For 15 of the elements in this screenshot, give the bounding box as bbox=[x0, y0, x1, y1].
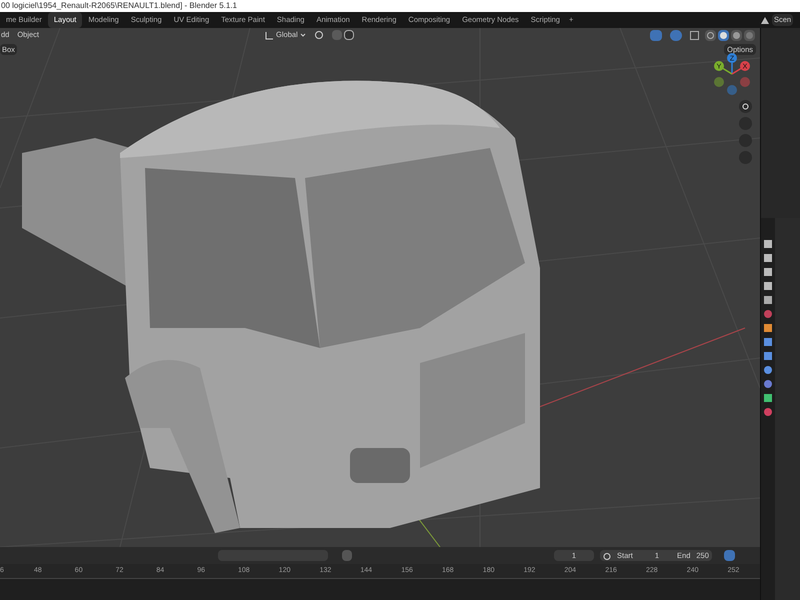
keyframe-button[interactable] bbox=[342, 550, 352, 561]
overlay-toggle-button[interactable] bbox=[670, 30, 682, 40]
scene-icon[interactable] bbox=[760, 15, 770, 25]
window-title: 00 logiciel\1954_Renault-R2065\RENAULT1.blend] - Blender 5.1.1 bbox=[1, 0, 237, 12]
gizmo-toggle-button[interactable] bbox=[650, 30, 662, 40]
snap-icon[interactable] bbox=[314, 30, 326, 40]
xray-button[interactable] bbox=[690, 30, 699, 40]
caret-icon[interactable] bbox=[300, 32, 306, 38]
shading-mode-button[interactable] bbox=[705, 30, 716, 40]
transform-orientation-icon[interactable] bbox=[265, 30, 274, 40]
zoom-icon[interactable] bbox=[739, 100, 752, 113]
shading-mode-button[interactable] bbox=[718, 30, 729, 40]
pivot-button[interactable] bbox=[344, 30, 354, 40]
keying-button[interactable] bbox=[724, 550, 735, 561]
shading-mode-button[interactable] bbox=[731, 30, 742, 40]
